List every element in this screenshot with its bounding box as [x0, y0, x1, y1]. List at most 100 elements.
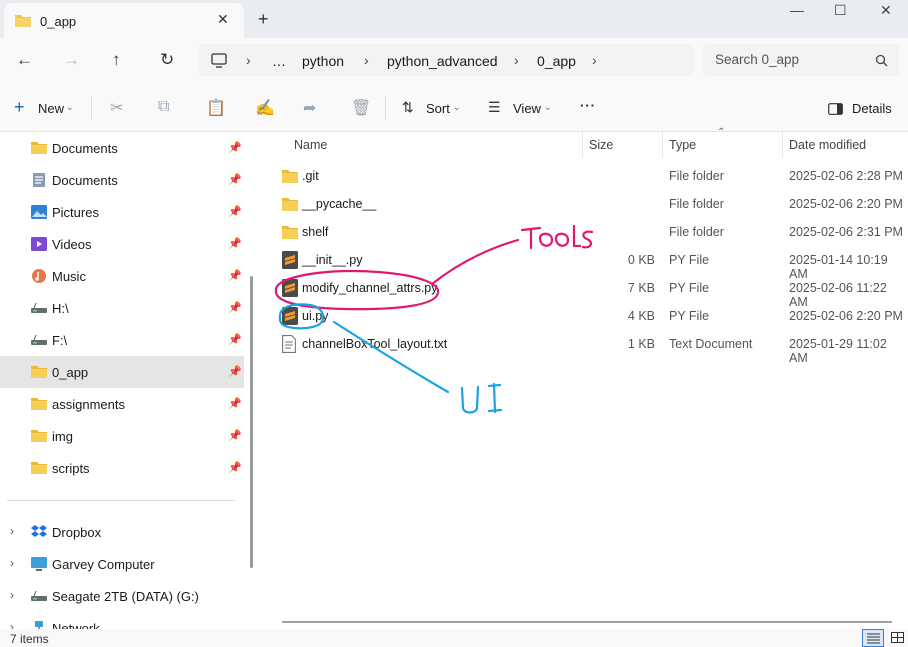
delete-icon[interactable]: 🗑	[351, 98, 371, 118]
details-button[interactable]: Details	[852, 101, 892, 116]
file-row[interactable]: shelf File folder 2025-02-06 2:31 PM	[262, 218, 908, 246]
sidebar-location[interactable]: › Garvey Computer	[0, 548, 244, 580]
refresh-icon[interactable]: ↻	[160, 50, 174, 70]
chevron-right-icon[interactable]: ›	[10, 556, 14, 570]
breadcrumb-0-app[interactable]: 0_app	[537, 53, 576, 69]
sidebar-location[interactable]: › Seagate 2TB (DATA) (G:)	[0, 580, 244, 612]
sidebar-item[interactable]: H:\ 📌	[0, 292, 244, 324]
details-pane-icon[interactable]	[828, 103, 843, 115]
paste-icon[interactable]: 📋	[206, 98, 226, 118]
forward-arrow-icon[interactable]: →	[63, 50, 80, 70]
search-input[interactable]	[715, 52, 865, 67]
new-plus-icon[interactable]: +	[14, 97, 25, 118]
item-count: 7 items	[10, 632, 49, 646]
new-tab-button[interactable]: +	[258, 9, 269, 30]
file-name[interactable]: .git	[302, 169, 319, 183]
chevron-right-icon[interactable]: ›	[10, 524, 14, 538]
sidebar-item[interactable]: Documents 📌	[0, 164, 244, 196]
pin-icon[interactable]: 📌	[228, 301, 242, 314]
pin-icon[interactable]: 📌	[228, 269, 242, 282]
sidebar-item[interactable]: 0_app 📌	[0, 356, 244, 388]
file-type: PY File	[669, 253, 710, 267]
sidebar-item[interactable]: F:\ 📌	[0, 324, 244, 356]
view-icon[interactable]: ☰	[488, 99, 501, 116]
breadcrumb-python[interactable]: python	[302, 53, 344, 69]
cut-icon[interactable]: ✂	[110, 98, 123, 118]
file-row[interactable]: ui.py 4 KB PY File 2025-02-06 2:20 PM	[262, 302, 908, 330]
folder-icon	[30, 364, 48, 380]
dropbox-icon	[30, 524, 48, 540]
breadcrumb-python-advanced[interactable]: python_advanced	[387, 53, 498, 69]
column-header-name[interactable]: Name	[294, 138, 327, 152]
file-name[interactable]: channelBoxTool_layout.txt	[302, 337, 447, 351]
file-date: 2025-02-06 2:20 PM	[789, 309, 903, 323]
file-name[interactable]: modify_channel_attrs.py	[302, 281, 438, 295]
column-header-type[interactable]: Type	[669, 138, 696, 152]
rename-icon[interactable]: ✍	[255, 98, 275, 118]
file-row[interactable]: __pycache__ File folder 2025-02-06 2:20 PM	[262, 190, 908, 218]
close-window-button[interactable]: ✕	[880, 2, 892, 19]
details-view-button[interactable]	[862, 629, 884, 647]
pin-icon[interactable]: 📌	[228, 173, 242, 186]
search-icon[interactable]	[875, 54, 888, 67]
chevron-down-icon[interactable]: ⌄	[66, 102, 74, 113]
view-button[interactable]: View	[513, 101, 541, 116]
file-name[interactable]: __init__.py	[302, 253, 362, 267]
back-arrow-icon[interactable]: ←	[16, 50, 33, 70]
sort-icon[interactable]: ⇅	[402, 99, 414, 116]
pin-icon[interactable]: 📌	[228, 397, 242, 410]
pin-icon[interactable]: 📌	[228, 333, 242, 346]
file-name[interactable]: shelf	[302, 225, 328, 239]
chevron-right-icon[interactable]: ›	[10, 588, 14, 602]
file-row[interactable]: __init__.py 0 KB PY File 2025-01-14 10:19 A…	[262, 246, 908, 281]
column-divider[interactable]	[582, 132, 583, 158]
horizontal-scrollbar[interactable]	[282, 621, 892, 623]
breadcrumb-separator-icon: ›	[514, 52, 519, 68]
file-row[interactable]: modify_channel_attrs.py 7 KB PY File 2025-0…	[262, 274, 908, 309]
column-divider[interactable]	[782, 132, 783, 158]
tab-0-app[interactable]: 0_app ✕	[4, 3, 244, 38]
pin-icon[interactable]: 📌	[228, 429, 242, 442]
search-box[interactable]	[703, 44, 899, 76]
maximize-button[interactable]: ☐	[834, 2, 847, 19]
computer-icon	[30, 556, 48, 572]
file-type: Text Document	[669, 337, 753, 351]
sidebar-item[interactable]: Videos 📌	[0, 228, 244, 260]
sidebar-item-label: Pictures	[52, 205, 99, 220]
sidebar-location[interactable]: › Dropbox	[0, 516, 244, 548]
sidebar-scrollbar[interactable]	[250, 276, 253, 568]
file-name[interactable]: ui.py	[302, 309, 328, 323]
sidebar-item[interactable]: scripts 📌	[0, 452, 244, 484]
tab-title: 0_app	[40, 14, 77, 29]
file-row[interactable]: .git File folder 2025-02-06 2:28 PM	[262, 162, 908, 190]
new-button[interactable]: New	[38, 101, 64, 116]
sort-button[interactable]: Sort	[426, 101, 450, 116]
tab-close-icon[interactable]: ✕	[217, 11, 229, 28]
chevron-down-icon[interactable]: ⌄	[544, 102, 552, 113]
pin-icon[interactable]: 📌	[228, 205, 242, 218]
share-icon[interactable]: ➦	[303, 98, 316, 118]
sidebar-item[interactable]: img 📌	[0, 420, 244, 452]
pin-icon[interactable]: 📌	[228, 141, 242, 154]
pin-icon[interactable]: 📌	[228, 237, 242, 250]
sublime-file-icon	[282, 307, 298, 325]
file-name[interactable]: __pycache__	[302, 197, 376, 211]
pin-icon[interactable]: 📌	[228, 461, 242, 474]
pin-icon[interactable]: 📌	[228, 365, 242, 378]
sidebar-item[interactable]: Music 📌	[0, 260, 244, 292]
sidebar-item[interactable]: assignments 📌	[0, 388, 244, 420]
chevron-down-icon[interactable]: ⌄	[453, 102, 461, 113]
up-arrow-icon[interactable]: ↑	[112, 50, 121, 70]
column-divider[interactable]	[662, 132, 663, 158]
copy-icon[interactable]: ⧉	[158, 98, 169, 116]
column-header-date[interactable]: Date modified	[789, 138, 866, 152]
more-options-button[interactable]: ···	[580, 98, 596, 113]
tiles-view-button[interactable]	[886, 629, 908, 647]
file-row[interactable]: channelBoxTool_layout.txt 1 KB Text Docume…	[262, 330, 908, 365]
folder-icon	[30, 396, 48, 412]
sidebar-item[interactable]: Documents 📌	[0, 132, 244, 164]
column-header-size[interactable]: Size	[589, 138, 613, 152]
breadcrumb-overflow[interactable]: …	[272, 53, 286, 69]
minimize-button[interactable]: —	[790, 2, 804, 18]
sidebar-item[interactable]: Pictures 📌	[0, 196, 244, 228]
